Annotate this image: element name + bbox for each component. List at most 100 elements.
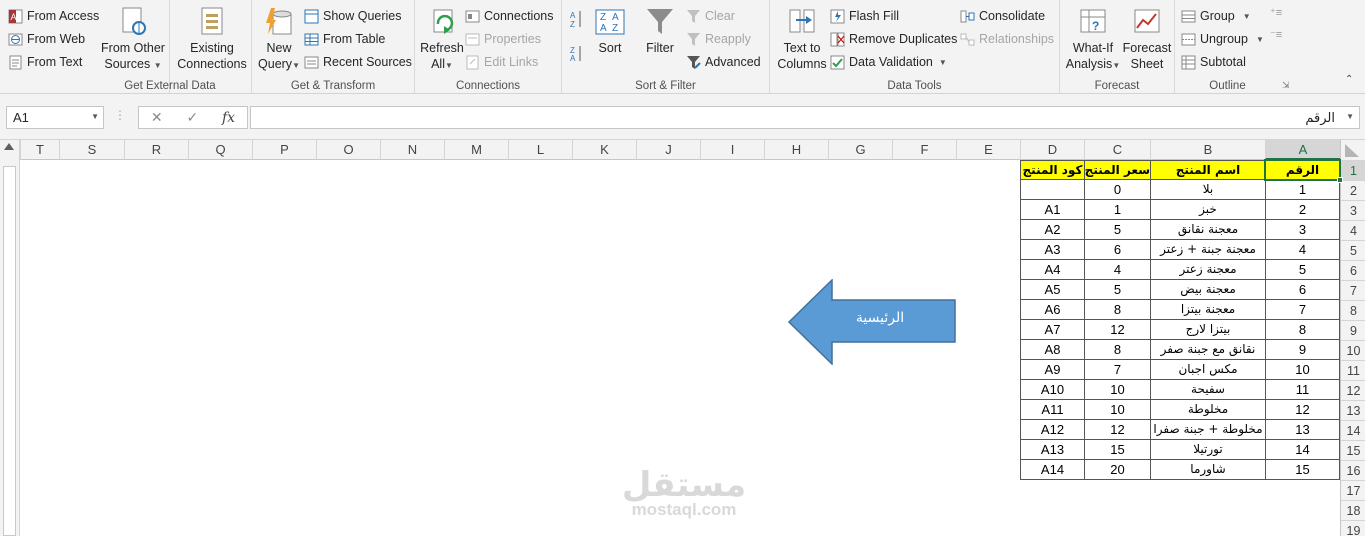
refresh-all-button[interactable]: Refresh All▼: [419, 6, 465, 74]
existing-connections-button[interactable]: Existing Connections: [174, 6, 250, 72]
splitter-dots-icon[interactable]: ⋮: [114, 108, 126, 122]
column-header-j[interactable]: J: [636, 140, 700, 160]
table-cell[interactable]: 10: [1084, 380, 1150, 400]
table-cell[interactable]: [1020, 180, 1084, 200]
sort-ascending-button[interactable]: AZ: [570, 6, 590, 29]
enter-check-icon[interactable]: ✓: [186, 109, 198, 126]
table-cell[interactable]: 4: [1084, 260, 1150, 280]
table-cell[interactable]: A9: [1020, 360, 1084, 380]
table-cell[interactable]: معجنة زعتر: [1150, 260, 1265, 280]
row-header-4[interactable]: 4: [1341, 220, 1365, 240]
row-header-16[interactable]: 16: [1341, 460, 1365, 480]
from-table-button[interactable]: From Table: [304, 29, 385, 49]
properties-button[interactable]: Properties: [465, 29, 541, 49]
table-cell[interactable]: A12: [1020, 420, 1084, 440]
column-header-e[interactable]: E: [956, 140, 1020, 160]
relationships-button[interactable]: Relationships: [960, 29, 1054, 49]
table-cell[interactable]: 1: [1265, 180, 1340, 200]
column-header-b[interactable]: B: [1150, 140, 1265, 160]
recent-sources-button[interactable]: Recent Sources: [304, 52, 412, 72]
advanced-filter-button[interactable]: Advanced: [686, 52, 761, 72]
table-cell[interactable]: 8: [1084, 300, 1150, 320]
clear-button[interactable]: Clear: [686, 6, 735, 26]
table-cell[interactable]: معجنة بيض: [1150, 280, 1265, 300]
table-cell[interactable]: معجنة بيتزا: [1150, 300, 1265, 320]
row-header-15[interactable]: 15: [1341, 440, 1365, 460]
table-cell[interactable]: 13: [1265, 420, 1340, 440]
fill-handle[interactable]: [1337, 177, 1343, 183]
column-header-k[interactable]: K: [572, 140, 636, 160]
column-header-m[interactable]: M: [444, 140, 508, 160]
show-queries-button[interactable]: Show Queries: [304, 6, 402, 26]
select-all-corner[interactable]: [1340, 140, 1365, 160]
table-cell[interactable]: 5: [1084, 280, 1150, 300]
row-header-18[interactable]: 18: [1341, 500, 1365, 520]
row-header-11[interactable]: 11: [1341, 360, 1365, 380]
column-header-q[interactable]: Q: [188, 140, 252, 160]
column-header-n[interactable]: N: [380, 140, 444, 160]
table-cell[interactable]: شاورما: [1150, 460, 1265, 480]
table-cell[interactable]: A4: [1020, 260, 1084, 280]
column-header-g[interactable]: G: [828, 140, 892, 160]
column-header-r[interactable]: R: [124, 140, 188, 160]
hide-detail-icon[interactable]: ⁻≡: [1270, 28, 1288, 46]
filter-button[interactable]: Filter: [642, 6, 678, 56]
table-cell[interactable]: 8: [1265, 320, 1340, 340]
insert-function-button[interactable]: fx: [222, 110, 235, 126]
forecast-sheet-button[interactable]: Forecast Sheet: [1120, 6, 1174, 72]
row-header-14[interactable]: 14: [1341, 420, 1365, 440]
from-text-button[interactable]: From Text: [8, 52, 82, 72]
table-cell[interactable]: 8: [1084, 340, 1150, 360]
column-header-a[interactable]: A: [1265, 140, 1340, 160]
table-cell[interactable]: 3: [1265, 220, 1340, 240]
column-header-s[interactable]: S: [59, 140, 124, 160]
name-box[interactable]: A1 ▼: [6, 106, 104, 129]
table-cell[interactable]: 6: [1084, 240, 1150, 260]
table-cell[interactable]: مخلوطة + جبنة صفرا: [1150, 420, 1265, 440]
expand-formula-bar-icon[interactable]: ▼: [1346, 112, 1354, 121]
table-cell[interactable]: 15: [1084, 440, 1150, 460]
column-header-c[interactable]: C: [1084, 140, 1150, 160]
table-cell[interactable]: 5: [1265, 260, 1340, 280]
subtotal-button[interactable]: Subtotal: [1181, 52, 1246, 72]
from-access-button[interactable]: A From Access: [8, 6, 99, 26]
row-header-5[interactable]: 5: [1341, 240, 1365, 260]
from-other-sources-button[interactable]: From Other Sources ▼: [98, 6, 168, 74]
table-cell[interactable]: A8: [1020, 340, 1084, 360]
sort-button[interactable]: ZAAZ Sort: [592, 6, 628, 56]
row-header-7[interactable]: 7: [1341, 280, 1365, 300]
table-cell[interactable]: 7: [1265, 300, 1340, 320]
table-cell[interactable]: 10: [1265, 360, 1340, 380]
consolidate-button[interactable]: Consolidate: [960, 6, 1045, 26]
ungroup-button[interactable]: Ungroup ▼: [1181, 29, 1264, 49]
row-header-6[interactable]: 6: [1341, 260, 1365, 280]
column-header-d[interactable]: D: [1020, 140, 1084, 160]
group-button[interactable]: Group ▼: [1181, 6, 1251, 26]
scroll-up-icon[interactable]: [4, 143, 14, 150]
column-header-h[interactable]: H: [764, 140, 828, 160]
table-cell[interactable]: تورتيلا: [1150, 440, 1265, 460]
connections-button[interactable]: Connections: [465, 6, 554, 26]
table-cell[interactable]: معجنة جبنة + زعتر: [1150, 240, 1265, 260]
row-header-1[interactable]: 1: [1341, 160, 1365, 180]
table-cell[interactable]: A2: [1020, 220, 1084, 240]
table-cell[interactable]: A3: [1020, 240, 1084, 260]
column-header-l[interactable]: L: [508, 140, 572, 160]
table-cell[interactable]: 10: [1084, 400, 1150, 420]
table-cell[interactable]: A14: [1020, 460, 1084, 480]
column-header-i[interactable]: I: [700, 140, 764, 160]
table-cell[interactable]: معجنة نقانق: [1150, 220, 1265, 240]
table-cell[interactable]: 2: [1265, 200, 1340, 220]
table-cell[interactable]: 12: [1265, 400, 1340, 420]
vertical-scrollbar[interactable]: [0, 140, 20, 536]
row-header-10[interactable]: 10: [1341, 340, 1365, 360]
show-detail-icon[interactable]: ⁺≡: [1270, 6, 1288, 24]
row-header-12[interactable]: 12: [1341, 380, 1365, 400]
flash-fill-button[interactable]: Flash Fill: [830, 6, 899, 26]
table-cell[interactable]: 5: [1084, 220, 1150, 240]
table-cell[interactable]: 7: [1084, 360, 1150, 380]
table-header-cell[interactable]: سعر المنتج: [1084, 160, 1150, 180]
collapse-ribbon-icon[interactable]: ⌃: [1345, 74, 1353, 85]
table-cell[interactable]: بيتزا لارج: [1150, 320, 1265, 340]
edit-links-button[interactable]: Edit Links: [465, 52, 538, 72]
